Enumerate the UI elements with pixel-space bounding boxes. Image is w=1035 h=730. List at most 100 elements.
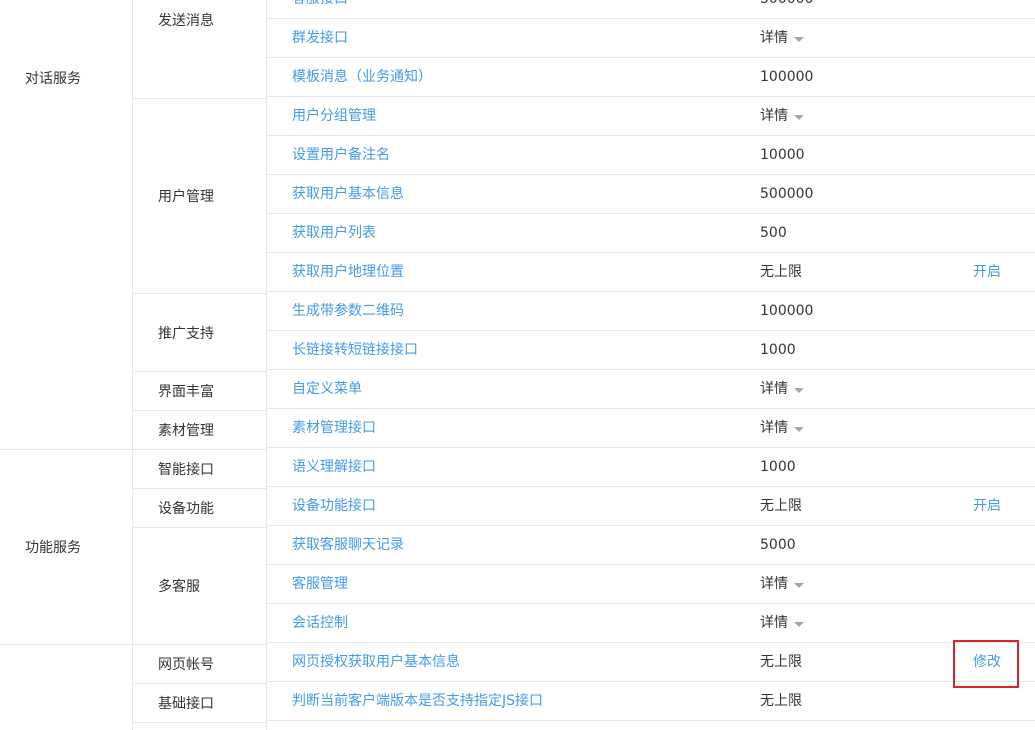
quota-detail-dropdown[interactable]: 详情 [760, 604, 804, 643]
api-name-link[interactable]: 语义理解接口 [292, 448, 376, 487]
group-label: 素材管理 [158, 423, 214, 439]
api-name-link[interactable]: 客服接口 [292, 0, 348, 19]
group-interface: 界面丰富 [133, 372, 266, 410]
api-name-link[interactable]: 设置用户备注名 [292, 136, 390, 175]
quota-text: 500000 [760, 186, 814, 202]
quota-value: 无上限 [760, 682, 802, 721]
caret-down-icon [794, 387, 804, 393]
quota-text: 无上限 [760, 654, 802, 670]
api-row: 语义理解接口 1000 [267, 448, 1035, 487]
quota-text: 500 [760, 225, 787, 241]
quota-value: 1000 [760, 331, 796, 370]
caret-down-icon [794, 621, 804, 627]
quota-detail-dropdown[interactable]: 详情 [760, 97, 804, 136]
api-row: 网页授权获取用户基本信息 无上限 修改 [267, 643, 1035, 682]
group-web-account: 网页帐号 [133, 645, 266, 683]
api-name-link[interactable]: 获取客服聊天记录 [292, 526, 404, 565]
quota-value: 100000 [760, 292, 813, 331]
group-label: 设备功能 [158, 501, 214, 517]
api-row: 群发接口 详情 [267, 19, 1035, 58]
group-user-management: 用户管理 [133, 99, 266, 293]
api-row: 客服管理 详情 [267, 565, 1035, 604]
category-function-service: 功能服务 [0, 449, 132, 644]
quota-text: 无上限 [760, 693, 802, 709]
api-row: 用户分组管理 详情 [267, 97, 1035, 136]
quota-text: 无上限 [760, 498, 802, 514]
quota-value: 500000 [760, 175, 813, 214]
api-row: 生成带参数二维码 100000 [267, 292, 1035, 331]
api-name-link[interactable]: 判断当前客户端版本是否支持指定JS接口 [292, 682, 543, 721]
api-permissions-table: 对话服务 功能服务 发送消息 用户管理 推广支持 界面丰富 素材管理 智能接口 … [0, 0, 1035, 730]
quota-detail-dropdown[interactable]: 详情 [760, 409, 804, 448]
api-name-link[interactable]: 用户分组管理 [292, 97, 376, 136]
quota-text: 无上限 [760, 264, 802, 280]
api-row: 素材管理接口 详情 [267, 409, 1035, 448]
api-row: 判断当前客户端版本是否支持指定JS接口 无上限 [267, 682, 1035, 721]
api-name-link[interactable]: 长链接转短链接接口 [292, 331, 418, 370]
group-basic-api: 基础接口 [133, 684, 266, 722]
category-label: 对话服务 [25, 71, 81, 87]
quota-text: 详情 [760, 420, 788, 436]
group-label: 用户管理 [158, 189, 214, 205]
quota-value: 无上限 [760, 643, 802, 682]
row-action-link[interactable]: 开启 [973, 487, 1001, 526]
caret-down-icon [794, 426, 804, 432]
quota-text: 100000 [760, 303, 814, 319]
quota-text: 详情 [760, 108, 788, 124]
group-label: 多客服 [158, 579, 200, 595]
group-label: 发送消息 [158, 13, 214, 29]
row-action-link[interactable]: 开启 [973, 253, 1001, 292]
group-label: 界面丰富 [158, 384, 214, 400]
api-row: 获取用户地理位置 无上限 开启 [267, 253, 1035, 292]
api-name-link[interactable]: 素材管理接口 [292, 409, 376, 448]
quota-text: 100000 [760, 69, 814, 85]
caret-down-icon [794, 582, 804, 588]
api-name-link[interactable]: 网页授权获取用户基本信息 [292, 643, 460, 682]
category-extra [0, 645, 132, 730]
highlight-box [953, 640, 1019, 688]
api-row: 设置用户备注名 10000 [267, 136, 1035, 175]
api-row: 客服接口 500000 [267, 0, 1035, 19]
api-name-link[interactable]: 客服管理 [292, 565, 348, 604]
quota-text: 10000 [760, 147, 805, 163]
quota-value: 10000 [760, 136, 805, 175]
api-row: 获取用户基本信息 500000 [267, 175, 1035, 214]
api-name-link[interactable]: 自定义菜单 [292, 370, 362, 409]
quota-value: 5000 [760, 526, 796, 565]
group-label: 推广支持 [158, 325, 214, 342]
group-smart-api: 智能接口 [133, 450, 266, 488]
quota-detail-dropdown[interactable]: 详情 [760, 370, 804, 409]
group-send-message: 发送消息 [133, 0, 266, 40]
group-material: 素材管理 [133, 411, 266, 449]
api-row: 获取用户列表 500 [267, 214, 1035, 253]
quota-text: 详情 [760, 615, 788, 631]
group-promotion: 推广支持 [133, 294, 266, 371]
api-name-link[interactable]: 获取用户列表 [292, 214, 376, 253]
group-label: 网页帐号 [158, 657, 214, 673]
quota-detail-dropdown[interactable]: 详情 [760, 19, 804, 58]
api-name-link[interactable]: 获取用户基本信息 [292, 175, 404, 214]
quota-value: 500000 [760, 0, 813, 19]
quota-detail-dropdown[interactable]: 详情 [760, 565, 804, 604]
api-name-link[interactable]: 获取用户地理位置 [292, 253, 404, 292]
api-row: 长链接转短链接接口 1000 [267, 331, 1035, 370]
category-label: 功能服务 [25, 539, 81, 556]
quota-text: 1000 [760, 342, 796, 358]
group-device: 设备功能 [133, 489, 266, 527]
api-name-link[interactable]: 设备功能接口 [292, 487, 376, 526]
quota-value: 1000 [760, 448, 796, 487]
api-row: 自定义菜单 详情 [267, 370, 1035, 409]
quota-text: 500000 [760, 0, 813, 19]
api-row: 会话控制 详情 [267, 604, 1035, 643]
api-name-link[interactable]: 会话控制 [292, 604, 348, 643]
api-row: 模板消息（业务通知） 100000 [267, 58, 1035, 97]
api-name-link[interactable]: 群发接口 [292, 19, 348, 58]
row-divider [267, 720, 1035, 721]
quota-text: 5000 [760, 537, 796, 553]
quota-text: 1000 [760, 459, 796, 475]
api-name-link[interactable]: 生成带参数二维码 [292, 292, 404, 331]
category-dialog-service: 对话服务 [0, 0, 132, 449]
group-label: 基础接口 [158, 696, 214, 712]
api-name-link[interactable]: 模板消息（业务通知） [292, 58, 432, 97]
quota-value: 无上限 [760, 253, 802, 292]
